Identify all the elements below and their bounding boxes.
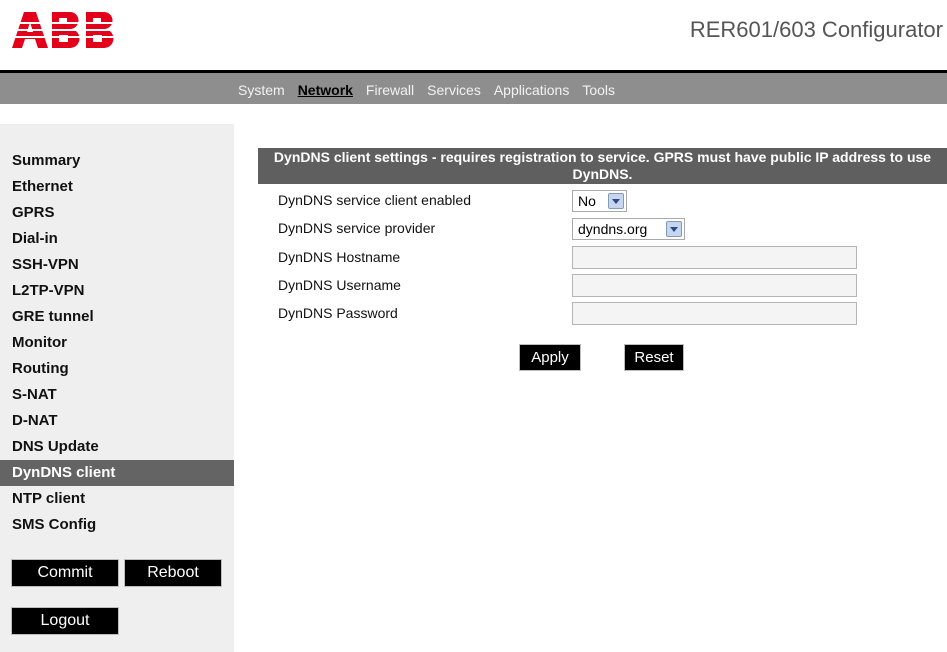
form-row-username: DynDNS Username [278, 273, 878, 297]
top-nav: System Network Firewall Services Applica… [238, 82, 628, 98]
chevron-down-icon [608, 193, 624, 209]
username-label: DynDNS Username [278, 277, 401, 293]
abb-logo [10, 12, 130, 48]
hostname-label: DynDNS Hostname [278, 249, 401, 265]
sidebar-item-d-nat[interactable]: D-NAT [0, 408, 234, 434]
app-title: RER601/603 Configurator [689, 17, 943, 42]
username-input[interactable] [572, 274, 857, 297]
sidebar-item-ntp-client[interactable]: NTP client [0, 486, 234, 512]
password-input[interactable] [572, 302, 857, 325]
chevron-down-icon [666, 221, 682, 237]
sidebar-item-routing[interactable]: Routing [0, 356, 234, 382]
nav-tab-services[interactable]: Services [427, 82, 481, 98]
commit-button[interactable]: Commit [11, 559, 119, 587]
sidebar-item-ssh-vpn[interactable]: SSH-VPN [0, 252, 234, 278]
nav-tab-tools[interactable]: Tools [582, 82, 615, 98]
hostname-input[interactable] [572, 246, 857, 269]
form-row-enabled: DynDNS service client enabled No [278, 188, 878, 212]
logout-button[interactable]: Logout [11, 607, 119, 635]
sidebar-item-dial-in[interactable]: Dial-in [0, 226, 234, 252]
top-nav-bar: System Network Firewall Services Applica… [0, 70, 947, 104]
enabled-select-value: No [578, 193, 596, 209]
form-row-password: DynDNS Password [278, 301, 878, 325]
provider-select[interactable]: dyndns.org [572, 218, 685, 240]
apply-button[interactable]: Apply [519, 344, 581, 371]
sidebar-item-gprs[interactable]: GPRS [0, 200, 234, 226]
sidebar-item-gre-tunnel[interactable]: GRE tunnel [0, 304, 234, 330]
panel-title: DynDNS client settings - requires regist… [258, 148, 947, 184]
nav-tab-firewall[interactable]: Firewall [366, 82, 414, 98]
reboot-button[interactable]: Reboot [124, 559, 222, 587]
sidebar-item-summary[interactable]: Summary [0, 148, 234, 174]
nav-tab-applications[interactable]: Applications [494, 82, 570, 98]
provider-label: DynDNS service provider [278, 220, 436, 236]
form-row-hostname: DynDNS Hostname [278, 245, 878, 269]
sidebar-item-dns-update[interactable]: DNS Update [0, 434, 234, 460]
sidebar-item-s-nat[interactable]: S-NAT [0, 382, 234, 408]
nav-tab-network[interactable]: Network [298, 82, 353, 98]
sidebar-menu: Summary Ethernet GPRS Dial-in SSH-VPN L2… [0, 148, 234, 538]
form-row-provider: DynDNS service provider dyndns.org [278, 216, 878, 240]
sidebar: Summary Ethernet GPRS Dial-in SSH-VPN L2… [0, 124, 234, 652]
enabled-select[interactable]: No [572, 190, 627, 212]
reset-button[interactable]: Reset [624, 344, 684, 371]
nav-tab-system[interactable]: System [238, 82, 285, 98]
enabled-label: DynDNS service client enabled [278, 192, 471, 208]
password-label: DynDNS Password [278, 305, 398, 321]
sidebar-item-dyndns-client[interactable]: DynDNS client [0, 460, 234, 486]
sidebar-item-ethernet[interactable]: Ethernet [0, 174, 234, 200]
provider-select-value: dyndns.org [578, 221, 648, 237]
sidebar-item-sms-config[interactable]: SMS Config [0, 512, 234, 538]
sidebar-item-l2tp-vpn[interactable]: L2TP-VPN [0, 278, 234, 304]
sidebar-item-monitor[interactable]: Monitor [0, 330, 234, 356]
